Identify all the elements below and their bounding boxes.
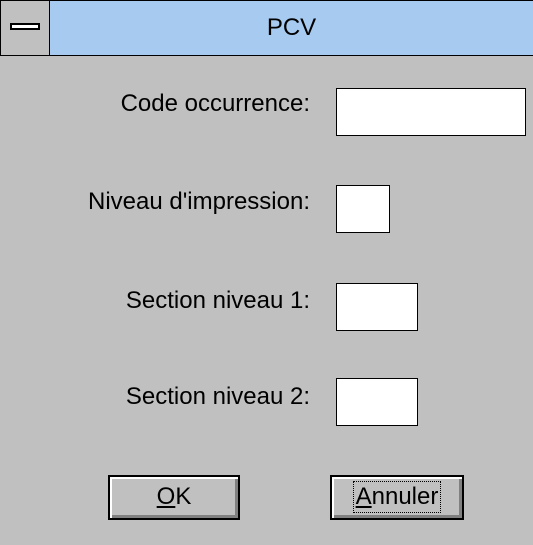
system-menu-button[interactable] [1, 1, 50, 55]
code-occurrence-field[interactable] [336, 88, 526, 136]
title-bar[interactable]: PCV [0, 0, 533, 56]
niveau-impression-field[interactable] [336, 185, 390, 233]
section-niveau1-field[interactable] [336, 283, 418, 331]
section-niveau1-label: Section niveau 1: [125, 287, 310, 314]
section-niveau2-label: Section niveau 2: [125, 383, 310, 410]
focus-rect: Annuler [352, 481, 442, 513]
cancel-mnemonic: A [355, 483, 372, 510]
ok-mnemonic: O [156, 483, 176, 510]
system-menu-icon [10, 23, 40, 30]
window-title: PCV [266, 14, 317, 41]
cancel-label: nnuler [371, 483, 439, 510]
pcv-dialog: PCV Code occurrence: Niveau d'impression… [0, 0, 533, 545]
section-niveau2-field[interactable] [336, 378, 418, 426]
code-occurrence-label: Code occurrence: [120, 90, 310, 117]
ok-button[interactable]: OK [108, 475, 240, 520]
niveau-impression-label: Niveau d'impression: [87, 188, 310, 215]
ok-label: K [175, 483, 192, 510]
cancel-button[interactable]: Annuler [330, 475, 464, 520]
